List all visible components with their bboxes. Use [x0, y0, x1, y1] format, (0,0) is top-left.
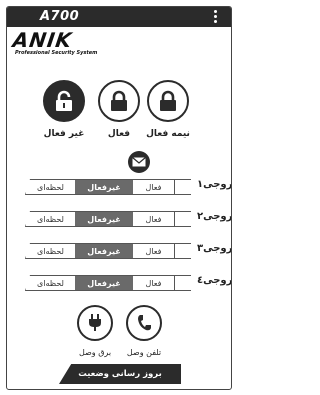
half-arm-button[interactable]: [147, 80, 189, 122]
output-3-on[interactable]: فعال: [133, 243, 175, 259]
disarm-label: غیر فعال: [43, 129, 85, 139]
message-button[interactable]: [128, 151, 150, 173]
arm-label: فعال: [107, 129, 131, 139]
phone-status-label: تلفن وصل: [126, 348, 162, 357]
output-2-on[interactable]: فعال: [133, 211, 175, 227]
envelope-icon: [132, 157, 146, 167]
output-1-label: خروجی۱: [197, 179, 232, 190]
output-2-switch-end: [175, 211, 191, 227]
output-2-off[interactable]: غیرفعال: [75, 211, 133, 227]
output-3-off[interactable]: غیرفعال: [75, 243, 133, 259]
app-title: A700: [40, 9, 80, 24]
plug-icon: [89, 314, 101, 331]
brand-logo: ANIK Professional Security System: [11, 28, 123, 62]
output-4-switch: لحظه‌ای غیرفعال فعال: [25, 275, 191, 291]
output-3-momentary[interactable]: لحظه‌ای: [25, 243, 75, 259]
output-4-on[interactable]: فعال: [133, 275, 175, 291]
lock-icon: [111, 90, 127, 111]
update-status-button[interactable]: بروز رسانی وضعیت: [59, 364, 181, 384]
output-2-switch: لحظه‌ای غیرفعال فعال: [25, 211, 191, 227]
output-1-switch: لحظه‌ای غیرفعال فعال: [25, 179, 191, 195]
unlock-icon: [56, 90, 72, 111]
phone-status-button[interactable]: [126, 305, 162, 341]
output-1-on[interactable]: فعال: [133, 179, 175, 195]
brand-logo-word: ANIK: [11, 28, 74, 52]
more-vertical-icon[interactable]: [214, 10, 218, 24]
output-4-label: خروجی٤: [197, 275, 232, 286]
lock-icon: [160, 90, 176, 111]
output-1-momentary[interactable]: لحظه‌ای: [25, 179, 75, 195]
power-status-button[interactable]: [77, 305, 113, 341]
power-status-label: برق وصل: [78, 348, 112, 357]
output-2-label: خروجی۲: [197, 211, 232, 222]
app-frame: A700 ANIK Professional Security System ن…: [6, 6, 232, 390]
phone-icon: [138, 315, 151, 331]
output-3-switch: لحظه‌ای غیرفعال فعال: [25, 243, 191, 259]
output-4-switch-end: [175, 275, 191, 291]
disarm-button[interactable]: [43, 80, 85, 122]
output-1-switch-end: [175, 179, 191, 195]
output-4-momentary[interactable]: لحظه‌ای: [25, 275, 75, 291]
output-4-off[interactable]: غیرفعال: [75, 275, 133, 291]
output-2-momentary[interactable]: لحظه‌ای: [25, 211, 75, 227]
output-1-off[interactable]: غیرفعال: [75, 179, 133, 195]
top-bar: A700: [7, 7, 231, 27]
output-3-label: خروجی۳: [197, 243, 232, 254]
output-3-switch-end: [175, 243, 191, 259]
arm-button[interactable]: [98, 80, 140, 122]
